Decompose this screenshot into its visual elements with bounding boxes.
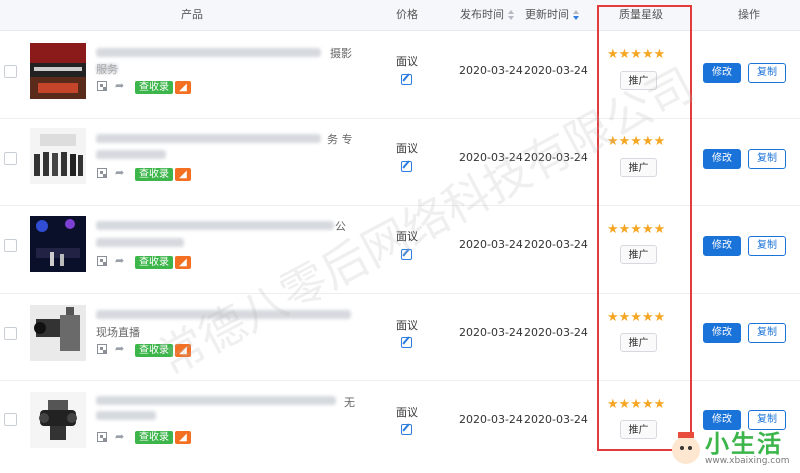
edit-button[interactable]: 修改 — [703, 149, 741, 169]
update-date: 2020-03-24 — [524, 413, 588, 426]
send-icon[interactable]: ◢ — [175, 81, 191, 94]
edit-price-icon[interactable] — [401, 161, 412, 172]
check-index-badge[interactable]: 查收录 — [135, 256, 173, 269]
edit-button[interactable]: 修改 — [703, 323, 741, 343]
product-title[interactable] — [96, 150, 166, 159]
product-title-tail: 现场直播 — [96, 326, 140, 339]
col-publish-time[interactable]: 发布时间 — [460, 0, 515, 30]
qrcode-icon[interactable] — [97, 81, 107, 91]
update-date: 2020-03-24 — [524, 238, 588, 251]
product-thumbnail — [30, 43, 86, 99]
product-title-tail: 无 — [344, 396, 355, 409]
share-icon[interactable]: ➦ — [115, 80, 129, 91]
price: 面议 — [396, 319, 418, 332]
check-index-badge[interactable]: 查收录 — [135, 431, 173, 444]
sort-icon[interactable] — [508, 10, 515, 20]
row-checkbox[interactable] — [4, 327, 17, 340]
publish-date: 2020-03-24 — [459, 326, 523, 339]
qrcode-icon[interactable] — [97, 256, 107, 266]
edit-price-icon[interactable] — [401, 337, 412, 348]
row-checkbox[interactable] — [4, 65, 17, 78]
product-thumbnail — [30, 216, 86, 272]
col-actions: 操作 — [738, 8, 760, 21]
copy-button[interactable]: 复制 — [748, 63, 786, 83]
product-title[interactable] — [96, 396, 336, 405]
qrcode-icon[interactable] — [97, 344, 107, 354]
share-icon[interactable]: ➦ — [115, 255, 129, 266]
copy-button[interactable]: 复制 — [748, 323, 786, 343]
product-title-tail: 务 专 — [327, 133, 353, 146]
col-publish-time-label: 发布时间 — [460, 8, 504, 21]
product-title[interactable] — [96, 134, 321, 143]
row-checkbox[interactable] — [4, 239, 17, 252]
copy-button[interactable]: 复制 — [748, 149, 786, 169]
send-icon[interactable]: ◢ — [175, 168, 191, 181]
price: 面议 — [396, 55, 418, 68]
qrcode-icon[interactable] — [97, 432, 107, 442]
update-date: 2020-03-24 — [524, 64, 588, 77]
col-price: 价格 — [396, 8, 418, 21]
site-url: www.xbaixing.com — [705, 456, 790, 466]
product-title[interactable] — [96, 238, 184, 247]
publish-date: 2020-03-24 — [459, 413, 523, 426]
send-icon[interactable]: ◢ — [175, 256, 191, 269]
product-thumbnail — [30, 128, 86, 184]
update-date: 2020-03-24 — [524, 326, 588, 339]
product-title[interactable] — [96, 48, 321, 57]
row-checkbox[interactable] — [4, 413, 17, 426]
price: 面议 — [396, 142, 418, 155]
share-icon[interactable]: ➦ — [115, 431, 129, 442]
check-index-badge[interactable]: 查收录 — [135, 81, 173, 94]
site-title: 小生活 — [705, 430, 783, 458]
edit-price-icon[interactable] — [401, 424, 412, 435]
price: 面议 — [396, 406, 418, 419]
share-icon[interactable]: ➦ — [115, 343, 129, 354]
share-icon[interactable]: ➦ — [115, 167, 129, 178]
publish-date: 2020-03-24 — [459, 238, 523, 251]
qrcode-icon[interactable] — [97, 168, 107, 178]
product-title[interactable] — [96, 411, 156, 420]
publish-date: 2020-03-24 — [459, 64, 523, 77]
col-product: 产品 — [181, 8, 203, 21]
product-thumbnail — [30, 392, 86, 448]
edit-price-icon[interactable] — [401, 74, 412, 85]
edit-button[interactable]: 修改 — [703, 63, 741, 83]
check-index-badge[interactable]: 查收录 — [135, 168, 173, 181]
copy-button[interactable]: 复制 — [748, 236, 786, 256]
product-title[interactable] — [96, 221, 334, 230]
edit-button[interactable]: 修改 — [703, 236, 741, 256]
col-update-time-label: 更新时间 — [525, 8, 569, 21]
col-update-time[interactable]: 更新时间 — [525, 0, 580, 30]
row-checkbox[interactable] — [4, 152, 17, 165]
sort-icon[interactable] — [573, 10, 580, 20]
product-title-tail: 服务 — [96, 63, 118, 76]
product-title-tail: 摄影 — [330, 47, 352, 60]
product-thumbnail — [30, 305, 86, 361]
send-icon[interactable]: ◢ — [175, 431, 191, 444]
